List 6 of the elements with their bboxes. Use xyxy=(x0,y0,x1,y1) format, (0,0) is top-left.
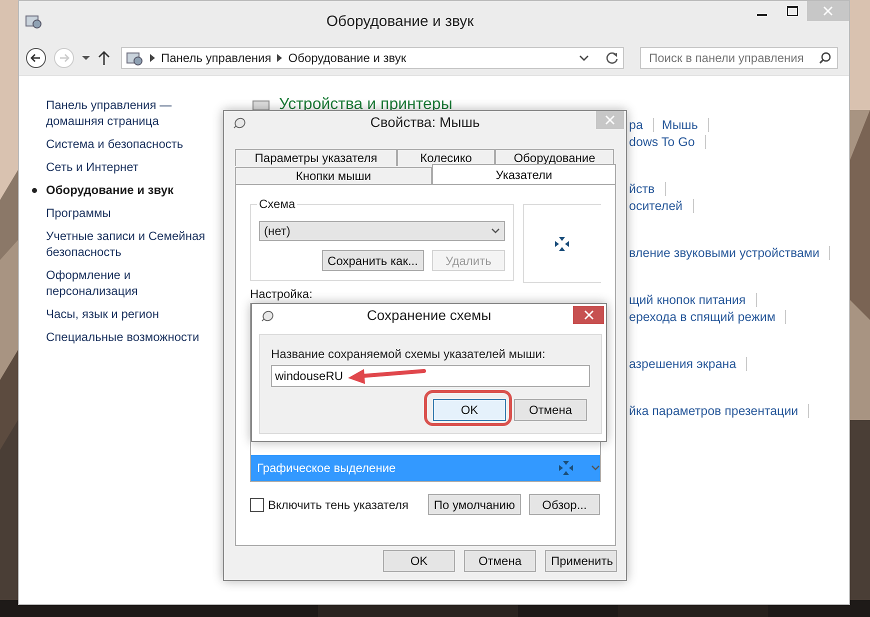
dialog-title: Сохранение схемы xyxy=(366,307,492,323)
customize-label: Настройка: xyxy=(250,287,314,301)
dialog-title: Свойства: Мышь xyxy=(369,114,481,130)
window-title: Оборудование и звук xyxy=(325,12,475,30)
group-label: Схема xyxy=(257,197,298,211)
field-label: Название сохраняемой схемы указателей мыши: xyxy=(271,347,546,361)
